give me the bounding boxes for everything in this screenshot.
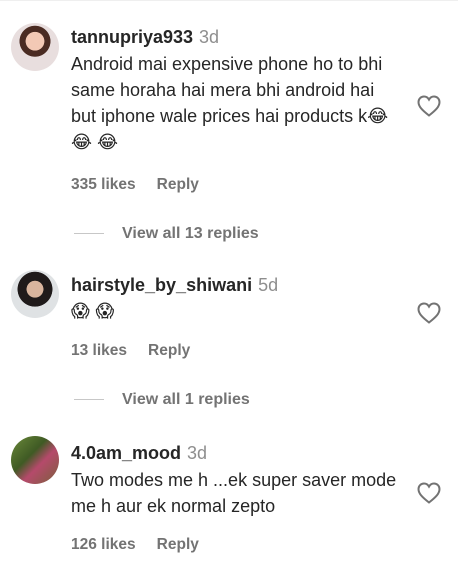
reply-button[interactable]: Reply: [157, 176, 199, 193]
comment-username[interactable]: tannupriya933: [71, 27, 193, 47]
view-replies-label: View all 1 replies: [122, 391, 250, 408]
likes-count[interactable]: 126 likes: [71, 536, 136, 553]
comment-time: 5d: [258, 275, 279, 295]
comment-text: Android mai expensive phone ho to bhi sa…: [71, 54, 389, 152]
heart-outline-icon[interactable]: [417, 482, 441, 504]
comment-time: 3d: [187, 443, 208, 463]
heart-outline-icon[interactable]: [417, 302, 441, 324]
view-replies[interactable]: View all 13 replies: [74, 225, 259, 243]
view-replies-label: View all 13 replies: [122, 225, 259, 242]
view-replies[interactable]: View all 1 replies: [74, 391, 250, 409]
comment-text: 😱 😱: [71, 301, 115, 322]
comment-username[interactable]: 4.0am_mood: [71, 443, 181, 463]
comment-actions: 13 likes Reply: [71, 342, 211, 360]
reply-button[interactable]: Reply: [157, 536, 199, 553]
heart-outline-icon[interactable]: [417, 95, 441, 117]
comment-text: Two modes me h ...ek super saver mode me…: [71, 470, 397, 516]
avatar[interactable]: [11, 23, 59, 71]
replies-divider: [74, 399, 104, 401]
comment-username[interactable]: hairstyle_by_shiwani: [71, 275, 252, 295]
top-divider: [0, 0, 458, 1]
replies-divider: [74, 233, 104, 235]
likes-count[interactable]: 335 likes: [71, 176, 136, 193]
avatar[interactable]: [11, 270, 59, 318]
comment-actions: 126 likes Reply: [71, 536, 220, 554]
reply-button[interactable]: Reply: [148, 342, 190, 359]
comment-time: 3d: [199, 27, 220, 47]
likes-count[interactable]: 13 likes: [71, 342, 127, 359]
comment-actions: 335 likes Reply: [71, 176, 220, 194]
avatar[interactable]: [11, 436, 59, 484]
